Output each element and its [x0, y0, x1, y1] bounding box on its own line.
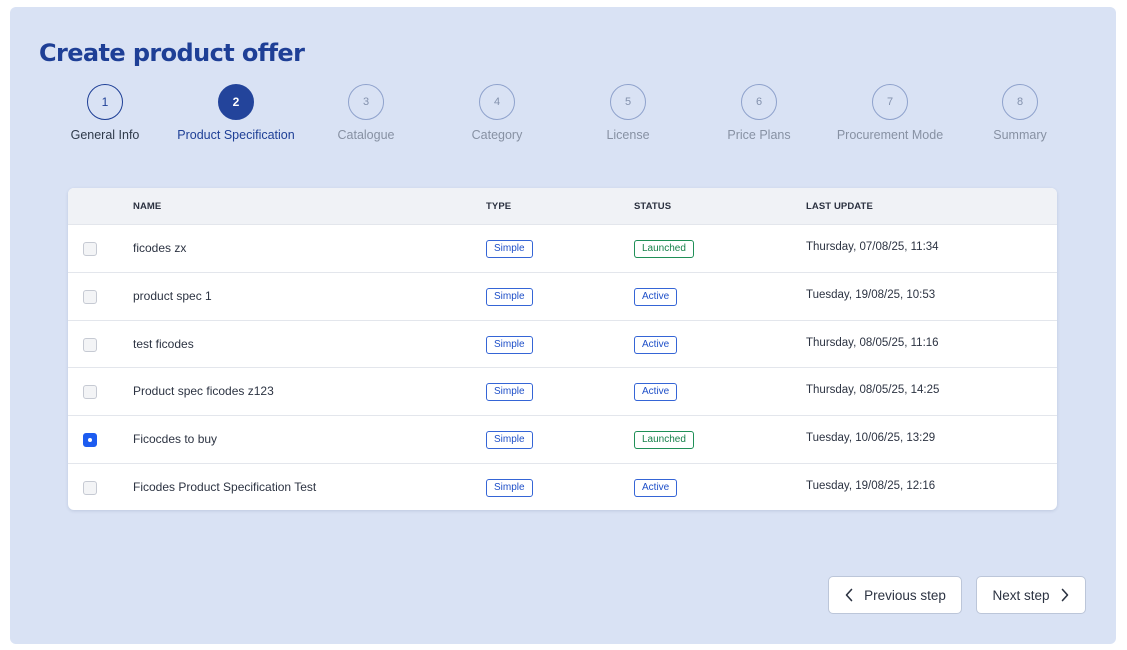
status-badge: Launched	[634, 240, 694, 258]
type-badge: Simple	[486, 335, 533, 354]
table-row[interactable]: Product spec ficodes z123 Simple Active …	[68, 367, 1057, 415]
row-checkbox[interactable]	[83, 385, 97, 400]
status-badge: Active	[634, 478, 678, 497]
step-label: Summary	[993, 128, 1047, 142]
status-badge: Active	[634, 287, 678, 306]
page-title: Create product offer	[39, 39, 305, 67]
step-number: 3	[348, 84, 384, 120]
table-row[interactable]: test ficodes Simple Active Thursday, 08/…	[68, 319, 1057, 368]
create-offer-panel: Create product offer 1 General Info 2 Pr…	[10, 7, 1116, 644]
status-badge: Active	[634, 335, 678, 354]
step-number: 4	[479, 84, 515, 120]
next-step-button[interactable]: Next step	[976, 576, 1086, 614]
row-checkbox[interactable]	[83, 289, 97, 304]
cell-name: Product spec ficodes z123	[133, 384, 274, 399]
table-row[interactable]: Ficocdes to buy Simple Launched Tuesday,…	[68, 415, 1057, 463]
step-number: 6	[741, 84, 777, 120]
chevron-left-icon	[845, 588, 853, 602]
row-checkbox[interactable]	[83, 242, 97, 256]
column-header-type[interactable]: TYPE	[486, 201, 511, 212]
step-number: 7	[872, 84, 908, 120]
cell-last-update: Tuesday, 19/08/25, 10:53	[806, 288, 936, 301]
row-checkbox[interactable]	[83, 433, 97, 448]
cell-last-update: Thursday, 08/05/25, 14:25	[806, 384, 940, 397]
table-row[interactable]: product spec 1 Simple Active Tuesday, 19…	[68, 271, 1057, 320]
cell-name: Ficodes Product Specification Test	[133, 479, 317, 494]
product-specification-table: NAME TYPE STATUS LAST UPDATE ficodes zx …	[68, 188, 1057, 510]
step-summary[interactable]: 8 Summary	[940, 84, 1100, 142]
type-badge: Simple	[486, 478, 533, 497]
row-checkbox[interactable]	[83, 480, 97, 495]
step-number: 1	[87, 84, 123, 120]
status-badge: Launched	[634, 431, 694, 450]
previous-step-label: Previous step	[864, 587, 946, 603]
type-badge: Simple	[486, 431, 533, 450]
cell-last-update: Thursday, 07/08/25, 11:34	[806, 241, 939, 253]
step-number: 5	[610, 84, 646, 120]
cell-last-update: Thursday, 08/05/25, 11:16	[806, 336, 939, 349]
cell-last-update: Tuesday, 10/06/25, 13:29	[806, 432, 936, 445]
column-header-status[interactable]: STATUS	[634, 201, 671, 212]
cell-name: test ficodes	[133, 336, 194, 351]
step-number: 8	[1002, 84, 1038, 120]
type-badge: Simple	[486, 287, 533, 306]
cell-name: product spec 1	[133, 288, 212, 303]
next-step-label: Next step	[992, 587, 1050, 603]
step-number: 2	[218, 84, 254, 120]
table-row[interactable]: ficodes zx Simple Launched Thursday, 07/…	[68, 224, 1057, 272]
cell-last-update: Tuesday, 19/08/25, 12:16	[806, 479, 936, 492]
row-checkbox[interactable]	[83, 337, 97, 352]
chevron-right-icon	[1061, 588, 1068, 602]
previous-step-button[interactable]: Previous step	[828, 576, 962, 614]
type-badge: Simple	[486, 383, 533, 402]
column-header-name[interactable]: NAME	[133, 201, 161, 212]
cell-name: ficodes zx	[133, 241, 187, 255]
table-header: NAME TYPE STATUS LAST UPDATE	[68, 188, 1057, 224]
type-badge: Simple	[486, 240, 533, 258]
cell-name: Ficocdes to buy	[133, 432, 218, 447]
status-badge: Active	[634, 383, 678, 402]
table-row[interactable]: Ficodes Product Specification Test Simpl…	[68, 462, 1057, 510]
column-header-last-update[interactable]: LAST UPDATE	[806, 201, 873, 212]
stepper: 1 General Info 2 Product Specification 3…	[10, 84, 1116, 144]
